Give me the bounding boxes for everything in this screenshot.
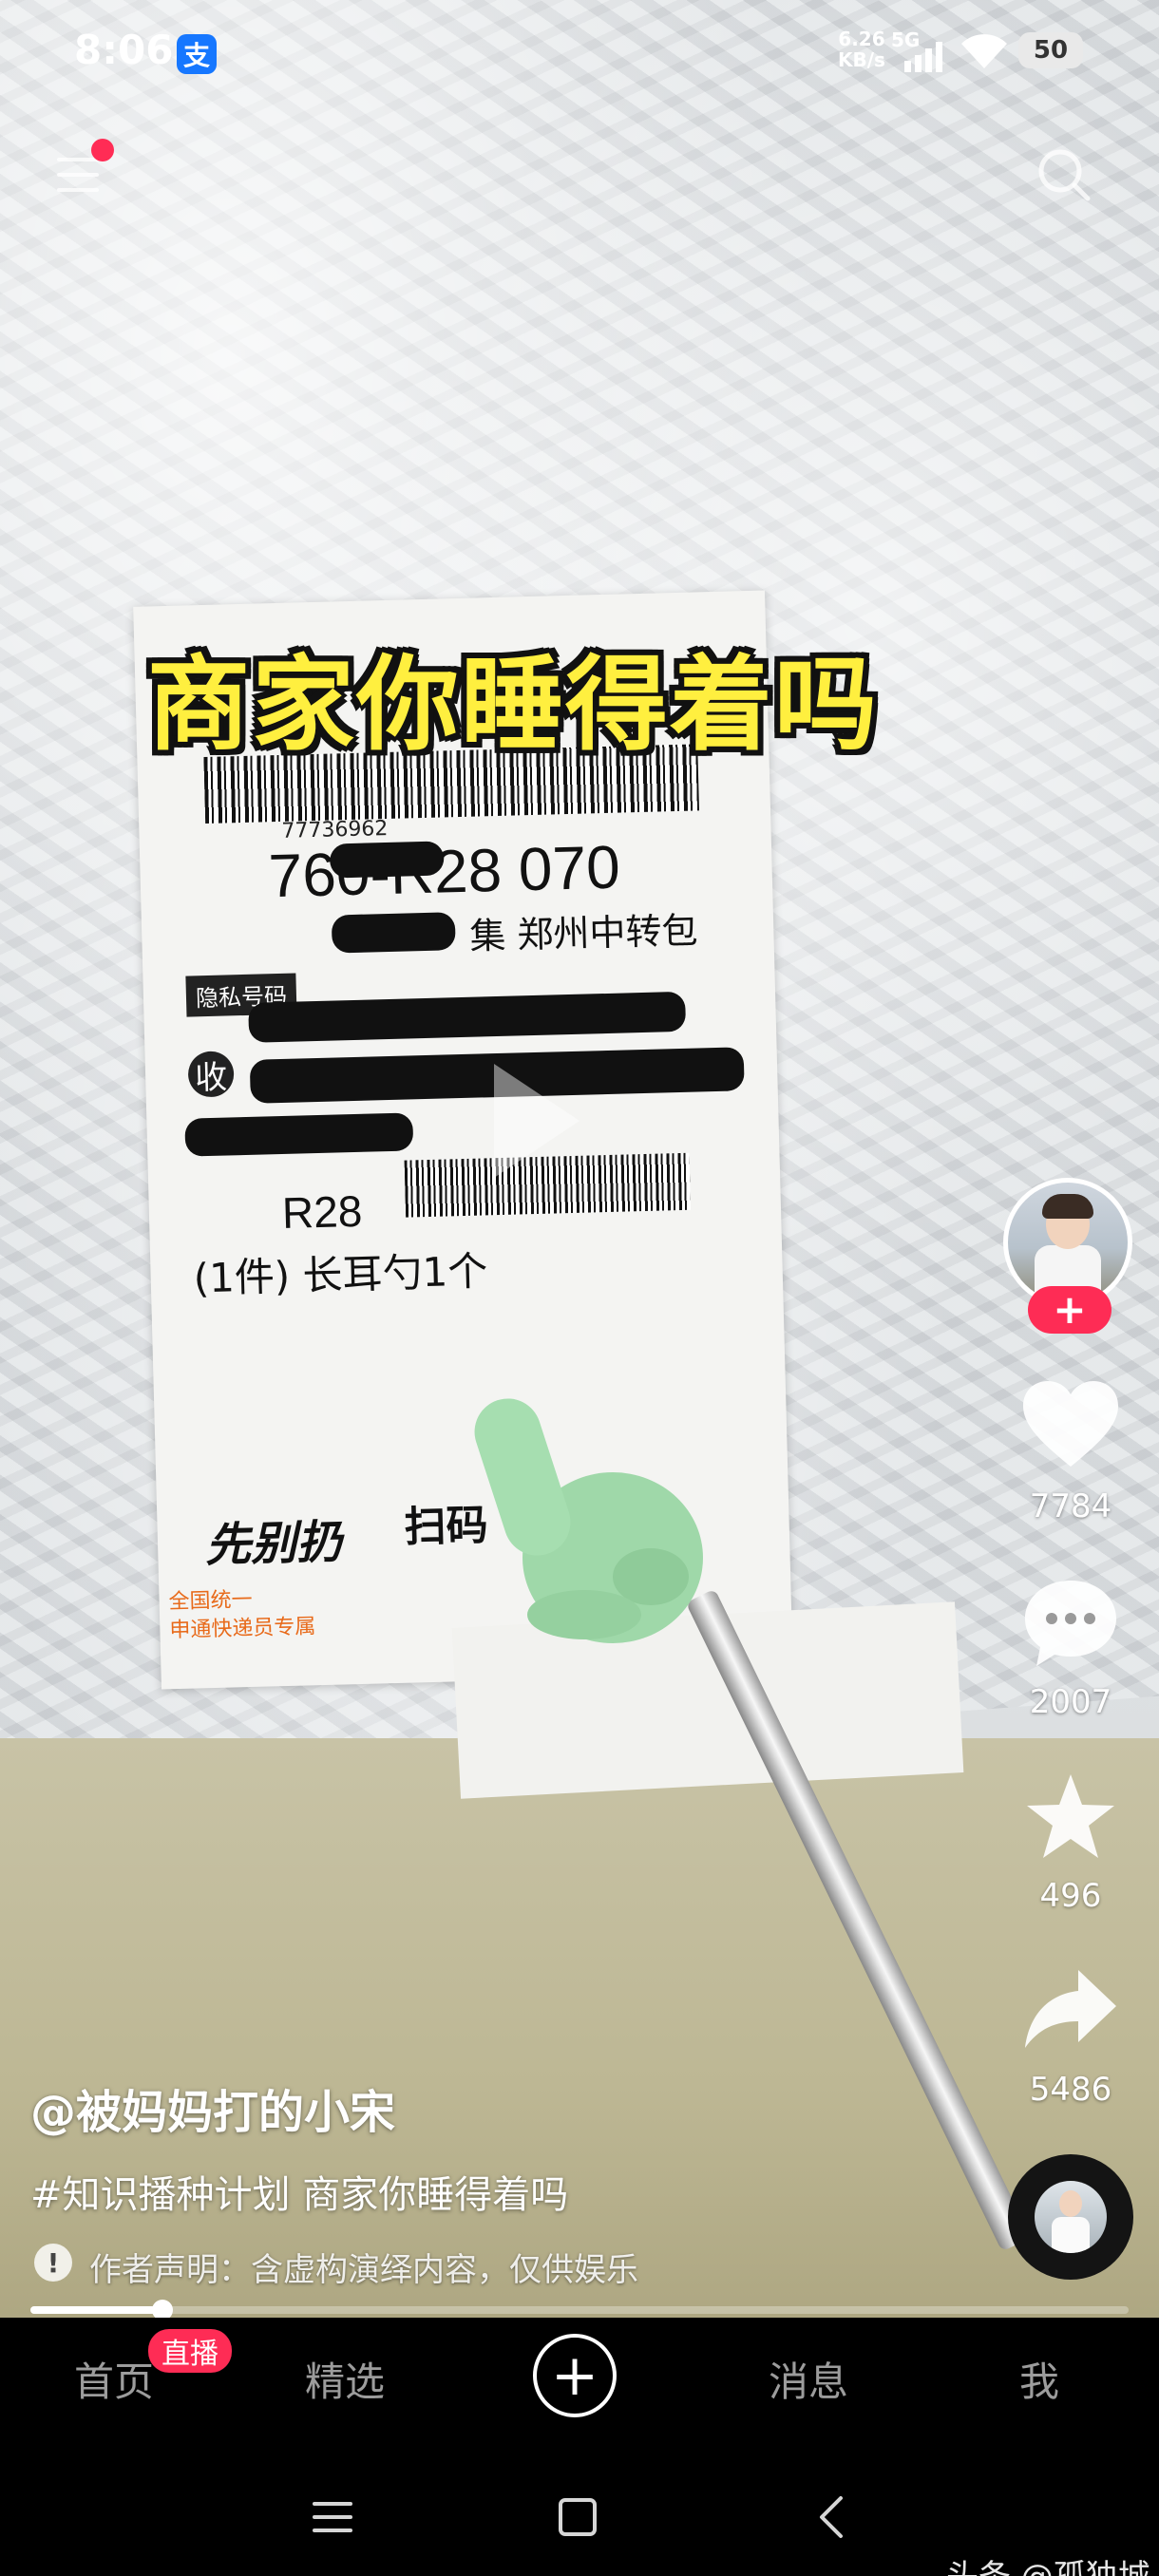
network-speed-unit: KB/s: [838, 48, 885, 71]
redaction-mark: [331, 912, 456, 954]
like-count: 7784: [1029, 1487, 1112, 1525]
video-overlay-title: 商家你睡得着吗: [146, 646, 879, 765]
create-button[interactable]: +: [533, 2334, 617, 2417]
watermark: 头条 @孤独城: [946, 2550, 1150, 2576]
live-badge[interactable]: 直播: [148, 2329, 232, 2373]
route-code: 760-R28 070: [267, 832, 621, 911]
battery-icon: 50: [1018, 32, 1083, 68]
route-short: R28: [281, 1185, 363, 1239]
tab-featured[interactable]: 精选: [278, 2350, 411, 2408]
video-caption[interactable]: #知识播种计划 商家你睡得着吗: [30, 2164, 568, 2219]
music-cover: [1035, 2181, 1107, 2253]
network-speed: 6.26 KB/s: [838, 28, 885, 70]
recents-icon[interactable]: [313, 2500, 352, 2534]
video-feed-screen: 77736962 760-R28 070 集 郑州中转包 隐私号码 收 R28 …: [0, 0, 1159, 2576]
wifi-icon: [961, 34, 1007, 68]
redaction-mark: [184, 1112, 414, 1157]
author-name[interactable]: @被妈妈打的小宋: [30, 2074, 395, 2141]
network-speed-value: 6.26: [838, 28, 885, 50]
ad-slogan: 先别扔: [204, 1515, 343, 1573]
back-icon[interactable]: [812, 2494, 850, 2540]
disclaimer-icon: !: [34, 2244, 72, 2282]
star-icon[interactable]: [1021, 1771, 1120, 1862]
status-bar: 8:06 支 6.26 KB/s 5G 50: [0, 0, 1159, 104]
tab-me[interactable]: 我: [973, 2350, 1106, 2408]
avatar-hair: [1042, 1194, 1093, 1219]
notification-dot: [91, 139, 114, 161]
table-surface: [0, 1738, 1159, 2318]
share-count: 5486: [1029, 2071, 1112, 2109]
follow-button[interactable]: +: [1028, 1286, 1112, 1334]
music-disc-icon[interactable]: [1008, 2154, 1133, 2280]
progress-fill: [30, 2306, 162, 2314]
share-icon[interactable]: [1021, 1964, 1120, 2055]
courier-line: 申通快递员专属: [169, 1615, 316, 1643]
status-time: 8:06: [74, 27, 174, 73]
redaction-mark: [248, 991, 687, 1043]
green-hand-pointer: [474, 1398, 703, 1643]
play-icon[interactable]: [494, 1064, 580, 1178]
receiver-badge: 收: [187, 1051, 235, 1098]
comment-count: 2007: [1029, 1683, 1112, 1721]
redaction-mark: [329, 841, 445, 879]
home-icon[interactable]: [559, 2498, 597, 2536]
tab-messages[interactable]: 消息: [742, 2350, 875, 2408]
favorite-count: 496: [1039, 1877, 1102, 1915]
video-player[interactable]: 77736962 760-R28 070 集 郑州中转包 隐私号码 收 R28 …: [0, 0, 1159, 2318]
comment-icon[interactable]: [1021, 1577, 1120, 1668]
transfer-hub: 集 郑州中转包: [468, 909, 698, 957]
hotline-line: 全国统一: [168, 1587, 253, 1615]
video-progress-bar[interactable]: [30, 2300, 1129, 2320]
alipay-icon: 支: [177, 34, 217, 74]
author-disclaimer: 作者声明：含虚构演绎内容，仅供娱乐: [89, 2251, 638, 2289]
signal-icon: [904, 42, 942, 72]
music-cover-body: [1052, 2217, 1090, 2253]
music-cover-face: [1059, 2190, 1082, 2217]
heart-icon[interactable]: [1021, 1379, 1120, 1470]
search-icon[interactable]: [1036, 146, 1092, 203]
item-description: (1件) 长耳勺1个: [193, 1247, 488, 1302]
